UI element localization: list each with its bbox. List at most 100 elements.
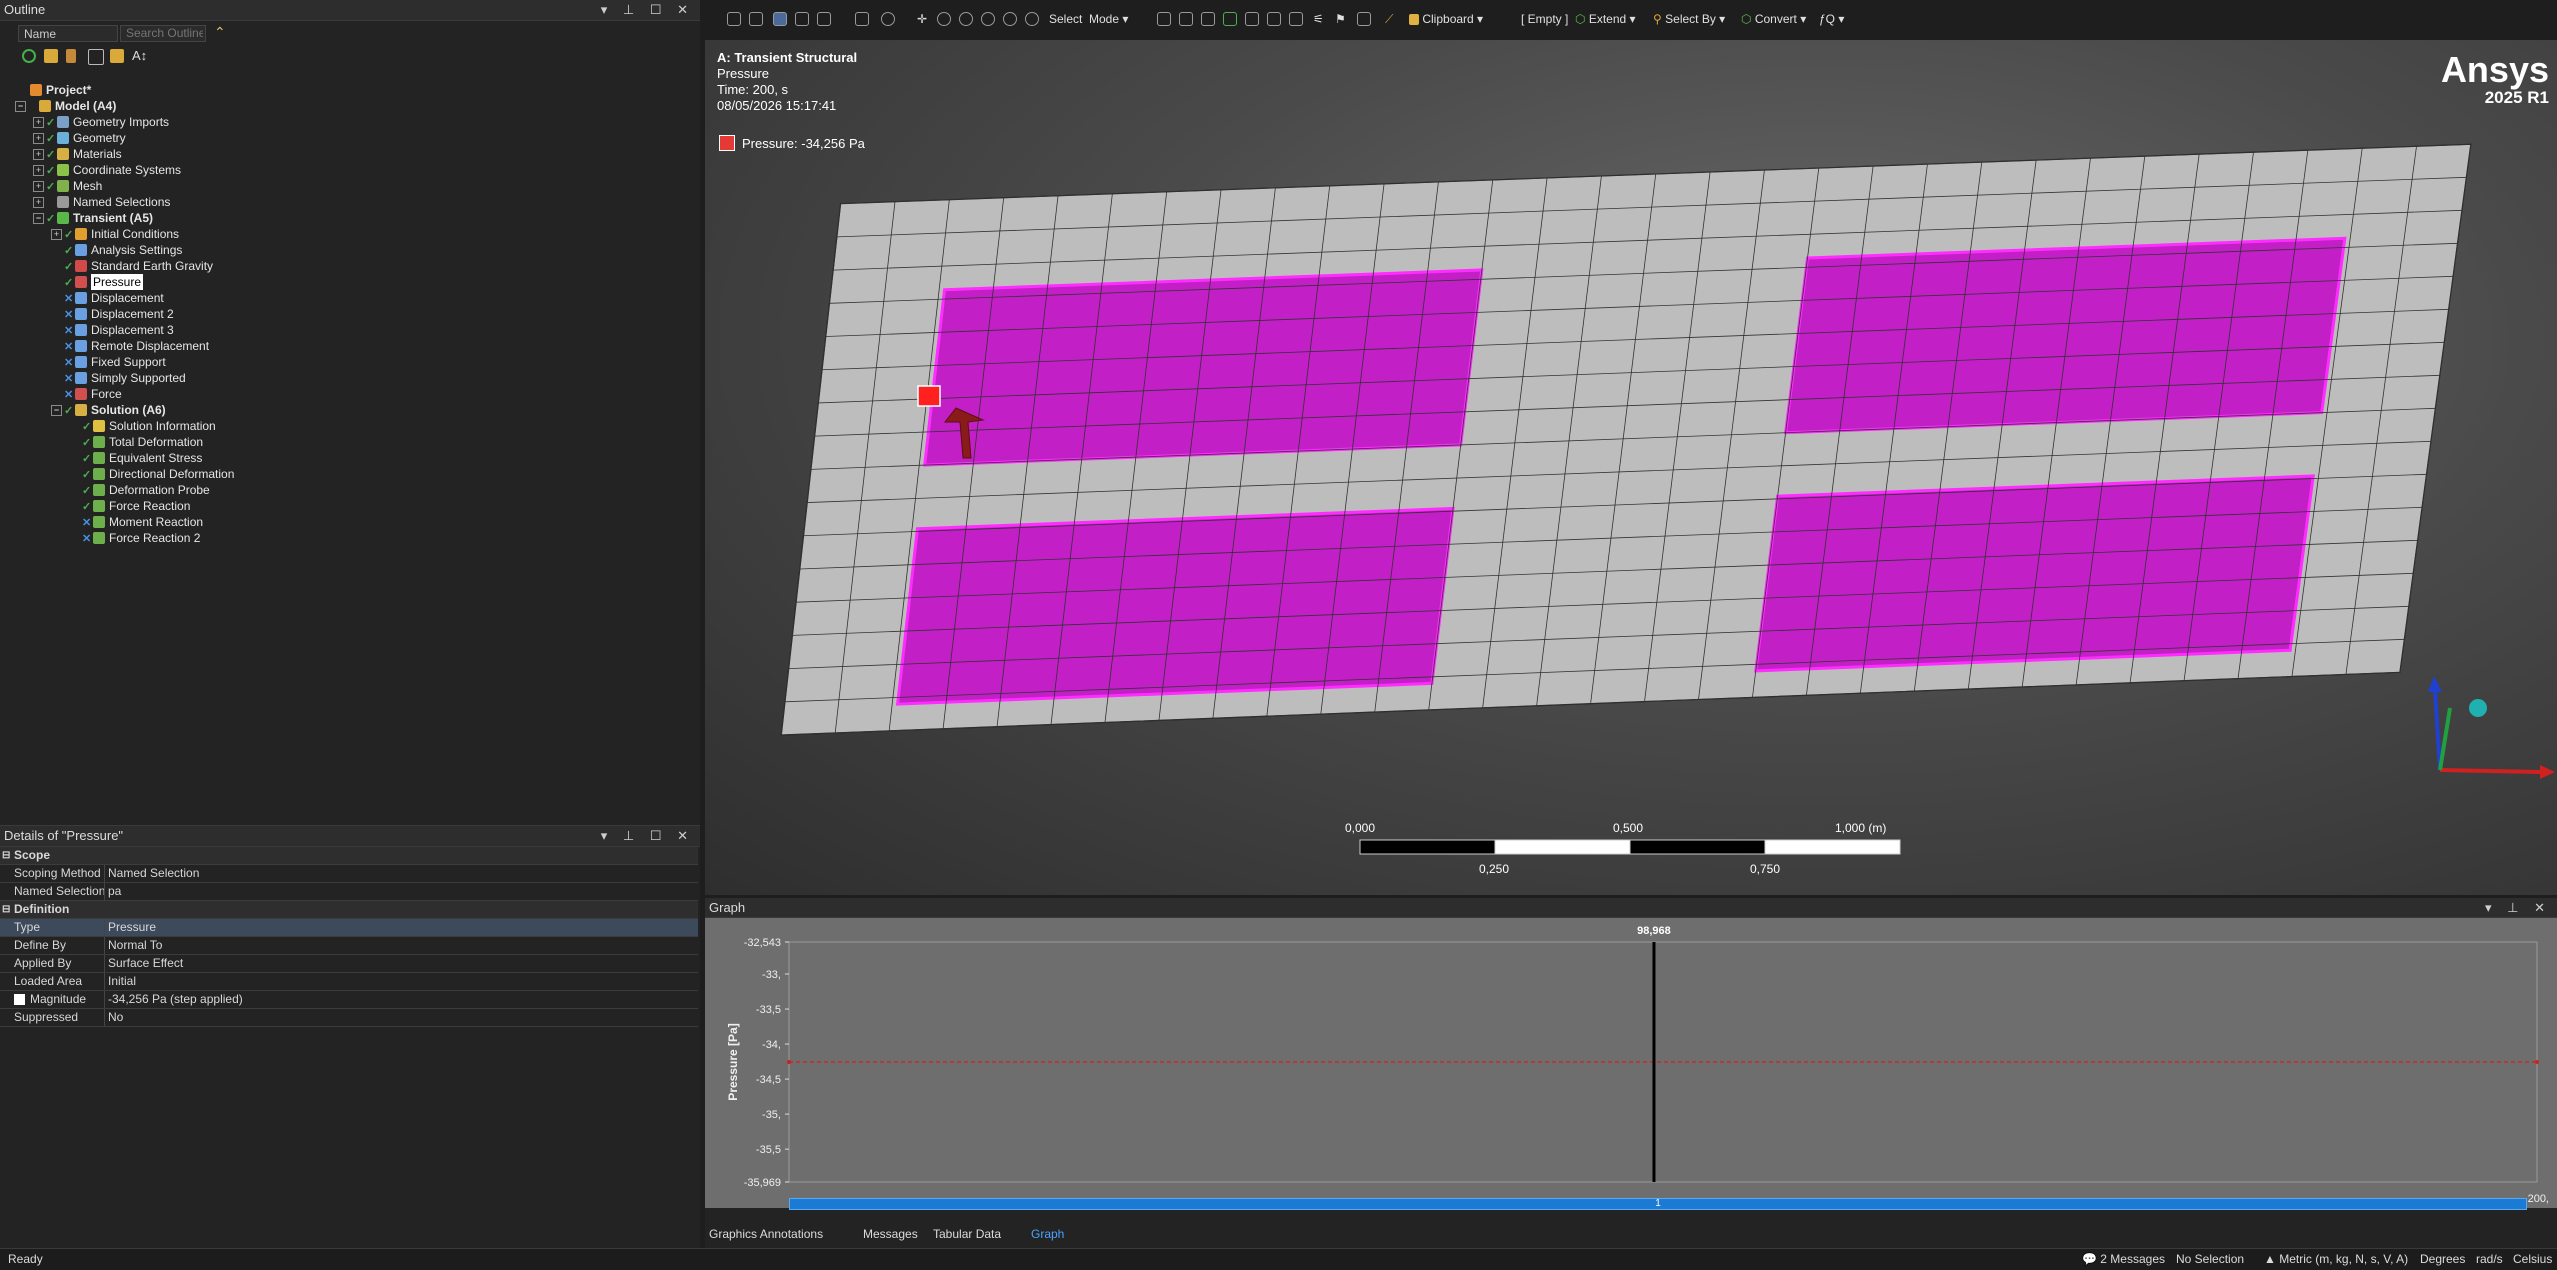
magnifier-icon[interactable] (1025, 12, 1039, 26)
tree-node[interactable]: ✓ Analysis Settings (0, 242, 690, 258)
graph-window-buttons[interactable]: ▾ ⊥ ✕ (2485, 898, 2551, 917)
expand-toggle-icon[interactable]: + (51, 229, 62, 240)
vertex-select-icon[interactable] (1157, 12, 1171, 26)
zoom-out-icon[interactable] (749, 12, 763, 26)
font-size-icon[interactable]: A↕ (132, 48, 147, 63)
angle-unit[interactable]: Degrees (2420, 1249, 2465, 1269)
tree-node[interactable]: ✓ Solution Information (0, 418, 690, 434)
element-select-icon[interactable] (1267, 12, 1281, 26)
details-value[interactable]: pa (108, 883, 121, 900)
expand-toggle-icon[interactable]: + (33, 197, 44, 208)
details-row[interactable]: Define By Normal To (0, 937, 698, 955)
rotate-icon[interactable] (881, 12, 895, 26)
details-value[interactable]: Initial (108, 973, 136, 990)
tree-node[interactable]: ✕ Force (0, 386, 690, 402)
tree-node[interactable]: ✕ Displacement 3 (0, 322, 690, 338)
annotation-icon[interactable]: ⚑ (1335, 12, 1346, 26)
grid-icon[interactable] (88, 49, 104, 65)
expand-toggle-icon[interactable]: + (33, 149, 44, 160)
tree-node[interactable]: ✓ Total Deformation (0, 434, 690, 450)
bottom-tab[interactable]: Messages (863, 1224, 918, 1244)
tree-node[interactable]: ✕ Moment Reaction (0, 514, 690, 530)
outline-search-input[interactable] (120, 25, 206, 42)
collapse-icon[interactable]: ⊟ (2, 847, 10, 864)
temp-unit[interactable]: Celsius (2513, 1249, 2552, 1269)
details-window-buttons[interactable]: ▾ ⊥ ☐ ✕ (601, 826, 694, 846)
tree-node[interactable]: ✓ Force Reaction (0, 498, 690, 514)
expand-toggle-icon[interactable]: + (33, 133, 44, 144)
graphics-viewport[interactable]: A: Transient Structural Pressure Time: 2… (705, 40, 2557, 895)
tree-node[interactable]: + ✓ Materials (0, 146, 690, 162)
messages-indicator[interactable]: 💬 2 Messages (2082, 1249, 2165, 1269)
tree-node[interactable]: ✕ Simply Supported (0, 370, 690, 386)
tree-node[interactable]: ✓ Deformation Probe (0, 482, 690, 498)
bottom-tab[interactable]: Graphics Annotations (709, 1224, 823, 1244)
tree-node[interactable]: + ✓ Geometry (0, 130, 690, 146)
tree-node[interactable]: ✕ Displacement (0, 290, 690, 306)
mode-button[interactable]: Mode ▾ (1089, 12, 1128, 26)
tree-node[interactable]: − ✓ Transient (A5) (0, 210, 690, 226)
zoom-fit-icon[interactable] (981, 12, 995, 26)
expand-toggle-icon[interactable]: + (33, 165, 44, 176)
tag-icon[interactable] (44, 49, 58, 63)
iso-view-icon[interactable] (773, 12, 787, 26)
select-by-button[interactable]: ⚲ Select By ▾ (1653, 12, 1725, 26)
shaded-view-icon[interactable] (795, 12, 809, 26)
details-row[interactable]: Type Pressure (0, 919, 698, 937)
tree-node[interactable]: ✕ Fixed Support (0, 354, 690, 370)
tree-node[interactable]: + ✓ Coordinate Systems (0, 162, 690, 178)
zoom-selection-icon[interactable] (1003, 12, 1017, 26)
timeline-bar[interactable]: 1 (789, 1198, 2527, 1210)
box-select-icon[interactable] (855, 12, 869, 26)
parameter-checkbox[interactable] (14, 994, 25, 1005)
rate-unit[interactable]: rad/s (2476, 1249, 2503, 1269)
zoom-in-icon[interactable] (727, 12, 741, 26)
select-button[interactable]: Select (1049, 12, 1082, 26)
unit-system[interactable]: ▲ Metric (m, kg, N, s, V, A) (2264, 1249, 2408, 1269)
node-select-icon[interactable] (1245, 12, 1259, 26)
expand-toggle-icon[interactable]: − (15, 101, 26, 112)
details-row[interactable]: Magnitude -34,256 Pa (step applied) (0, 991, 698, 1009)
tree-node[interactable]: + ✓ Initial Conditions (0, 226, 690, 242)
chart-icon[interactable]: ⟋ (1385, 12, 1393, 27)
folder-icon[interactable] (110, 49, 124, 63)
bottom-tab[interactable]: Graph (1031, 1224, 1064, 1244)
extend-button[interactable]: ⬡ Extend ▾ (1575, 12, 1636, 26)
label-icon[interactable]: ⚟ (1313, 12, 1324, 26)
face-select-icon[interactable] (1201, 12, 1215, 26)
details-value[interactable]: Pressure (108, 919, 156, 936)
details-row[interactable]: Suppressed No (0, 1009, 698, 1027)
details-value[interactable]: No (108, 1009, 123, 1026)
details-value[interactable]: -34,256 Pa (step applied) (108, 991, 243, 1008)
tree-node[interactable]: ✕ Displacement 2 (0, 306, 690, 322)
tree-node[interactable]: − ✓ Solution (A6) (0, 402, 690, 418)
details-row[interactable]: Named Selection pa (0, 883, 698, 901)
display-style-icon[interactable] (817, 12, 831, 26)
panel-window-buttons[interactable]: ▾ ⊥ ☐ ✕ (601, 0, 694, 20)
tree-node[interactable]: ✓ Pressure (0, 274, 690, 290)
tree-node[interactable]: + ✓ Geometry Imports (0, 114, 690, 130)
collapse-icon[interactable]: ⊟ (2, 901, 10, 918)
tree-node[interactable]: ✕ Remote Displacement (0, 338, 690, 354)
graph-area[interactable]: -32,543 -33, -33,5 -34, -34,5 -35, -35,5 -35,96… (705, 918, 2557, 1208)
convert-button[interactable]: ⬡ Convert ▾ (1741, 12, 1806, 26)
tree-node[interactable]: − Model (A4) (0, 98, 690, 114)
bottom-tab[interactable]: Tabular Data (933, 1224, 1001, 1244)
tree-node[interactable]: ✓ Equivalent Stress (0, 450, 690, 466)
expand-toggle-icon[interactable]: + (33, 181, 44, 192)
details-value[interactable]: Named Selection (108, 865, 199, 882)
tree-node[interactable]: + Named Selections (0, 194, 690, 210)
model-view[interactable] (705, 40, 2557, 895)
tree-node[interactable]: + ✓ Mesh (0, 178, 690, 194)
comment-icon[interactable] (1357, 12, 1371, 26)
clipboard-button[interactable]: Clipboard ▾ (1409, 12, 1483, 26)
expand-toggle-icon[interactable]: + (33, 117, 44, 128)
expand-toggle-icon[interactable]: − (33, 213, 44, 224)
search-up-icon[interactable]: ⌃ (214, 24, 226, 41)
expand-toggle-icon[interactable]: − (51, 405, 62, 416)
pressure-time-chart[interactable]: -32,543 -33, -33,5 -34, -34,5 -35, -35,5 -35,96… (705, 918, 2557, 1208)
tree-node[interactable]: ✕ Force Reaction 2 (0, 530, 690, 546)
pan-icon[interactable]: ✛ (917, 12, 927, 26)
details-value[interactable]: Surface Effect (108, 955, 183, 972)
body-select-icon[interactable] (1223, 12, 1237, 26)
